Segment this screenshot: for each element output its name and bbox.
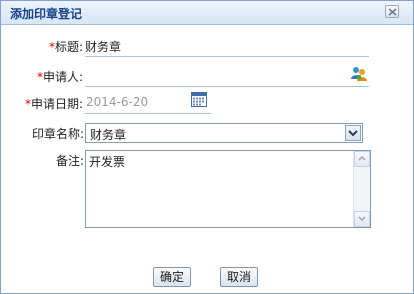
- applicant-field[interactable]: [85, 68, 345, 84]
- remark-text: 开发票: [89, 155, 126, 169]
- title-label: *标题:: [49, 40, 84, 54]
- seal-name-select[interactable]: 财务章: [85, 123, 363, 143]
- ok-button[interactable]: 确定: [153, 267, 191, 287]
- dialog-title: 添加印章登记: [10, 7, 83, 21]
- applicant-label: *申请人:: [37, 70, 84, 84]
- scroll-up-icon[interactable]: [354, 151, 370, 167]
- scroll-down-icon[interactable]: [354, 211, 370, 227]
- applicant-field-underline: [85, 86, 369, 87]
- date-field-underline: [85, 113, 211, 114]
- close-icon[interactable]: [385, 5, 399, 18]
- user-picker-icon[interactable]: [350, 65, 368, 86]
- dialog-body: *标题: 财务章 *申请人: *申请日期: 2014-6-20 印章名称: 财务…: [1, 25, 413, 293]
- calendar-icon[interactable]: [191, 92, 207, 110]
- seal-name-label: 印章名称:: [32, 127, 85, 141]
- title-field-underline: [85, 56, 369, 57]
- chevron-down-icon[interactable]: [345, 125, 361, 141]
- date-label: *申请日期:: [25, 97, 84, 111]
- remark-scrollbar[interactable]: [353, 151, 370, 227]
- seal-name-selected: 财务章: [90, 128, 127, 142]
- cancel-button[interactable]: 取消: [220, 267, 258, 287]
- dialog-titlebar: 添加印章登记: [1, 1, 413, 25]
- remark-textarea[interactable]: 开发票: [85, 150, 371, 228]
- title-field[interactable]: 财务章: [85, 38, 121, 55]
- date-field[interactable]: 2014-6-20: [86, 95, 148, 109]
- remark-label: 备注:: [56, 154, 85, 168]
- add-seal-dialog: 添加印章登记 *标题: 财务章 *申请人: *申请日期: 2014-6-20 印…: [0, 0, 414, 294]
